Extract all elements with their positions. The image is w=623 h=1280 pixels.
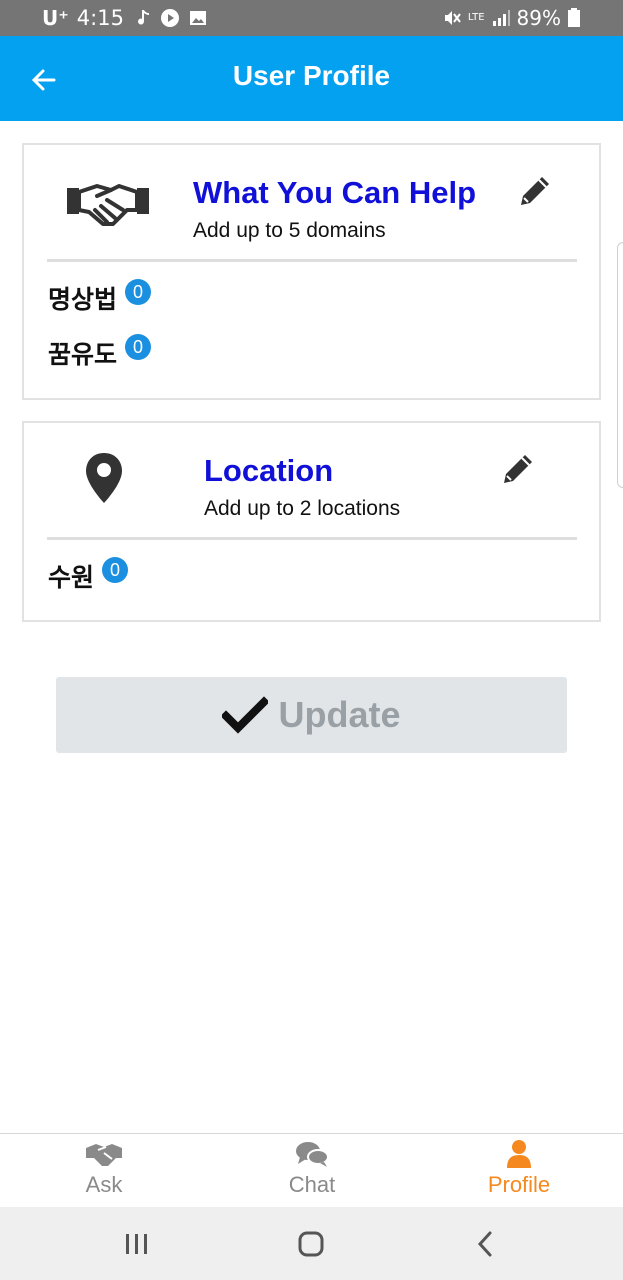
tab-chat[interactable]: Chat xyxy=(242,1134,382,1208)
music-note-icon xyxy=(132,8,152,28)
chevron-left-icon xyxy=(477,1231,492,1257)
system-nav-bar xyxy=(0,1207,623,1280)
clock: 4:15 xyxy=(76,6,124,30)
tab-ask[interactable]: Ask xyxy=(34,1134,174,1208)
pencil-icon xyxy=(521,177,549,205)
handshake-icon xyxy=(66,175,150,231)
network-type: LTE xyxy=(467,12,485,23)
tab-profile[interactable]: Profile xyxy=(449,1134,589,1208)
domain-item[interactable]: 꿈유도 0 xyxy=(48,334,152,370)
handshake-icon xyxy=(34,1134,174,1168)
battery-icon xyxy=(567,8,587,28)
image-icon xyxy=(188,8,208,28)
edit-domains-button[interactable] xyxy=(513,169,557,213)
play-icon xyxy=(160,8,180,28)
help-card-divider xyxy=(47,259,577,262)
location-card-subtitle: Add up to 2 locations xyxy=(204,497,401,520)
location-card-divider xyxy=(47,537,577,540)
tab-chat-label: Chat xyxy=(288,1172,336,1197)
recent-apps-icon xyxy=(126,1234,147,1254)
pencil-icon xyxy=(504,455,532,483)
location-card-title: Location xyxy=(204,453,334,488)
scroll-indicator xyxy=(617,242,623,488)
chat-bubbles-icon xyxy=(242,1134,382,1168)
home-button[interactable] xyxy=(286,1225,336,1263)
help-domains-card: What You Can Help Add up to 5 domains 명상… xyxy=(22,143,601,400)
domain-item[interactable]: 명상법 0 xyxy=(48,279,152,315)
location-card: Location Add up to 2 locations 수원 0 xyxy=(22,421,601,622)
domain-item-label: 꿈유도 xyxy=(48,340,118,369)
update-button-label: Update xyxy=(278,694,401,735)
help-card-title: What You Can Help xyxy=(193,175,477,210)
tab-profile-label: Profile xyxy=(487,1172,551,1197)
system-back-button[interactable] xyxy=(460,1225,510,1263)
help-card-subtitle: Add up to 5 domains xyxy=(193,219,386,242)
status-left: U⁺ 4:15 xyxy=(42,6,208,30)
battery-percent: 89% xyxy=(516,6,561,30)
checkmark-icon xyxy=(222,696,269,734)
user-icon xyxy=(449,1134,589,1168)
page-title: User Profile xyxy=(232,60,391,91)
recent-apps-button[interactable] xyxy=(112,1225,162,1263)
update-button[interactable]: Update xyxy=(56,677,567,753)
bottom-nav: Ask Chat Profile xyxy=(0,1133,623,1207)
domain-count-badge: 0 xyxy=(125,279,152,305)
location-item[interactable]: 수원 0 xyxy=(48,557,129,593)
tab-ask-label: Ask xyxy=(85,1172,123,1197)
carrier-label: U⁺ xyxy=(42,6,69,30)
status-right: LTE 89% xyxy=(442,6,587,30)
domain-count-badge: 0 xyxy=(125,334,152,360)
map-marker-icon xyxy=(82,449,126,507)
mute-icon xyxy=(442,8,462,28)
signal-icon xyxy=(491,8,511,28)
location-item-label: 수원 xyxy=(48,563,95,592)
app-header: User Profile xyxy=(0,36,623,121)
domain-item-label: 명상법 xyxy=(48,285,118,314)
edit-locations-button[interactable] xyxy=(496,447,540,491)
location-count-badge: 0 xyxy=(102,557,129,583)
home-icon xyxy=(298,1231,324,1257)
status-bar: U⁺ 4:15 LTE 89% xyxy=(0,0,623,36)
